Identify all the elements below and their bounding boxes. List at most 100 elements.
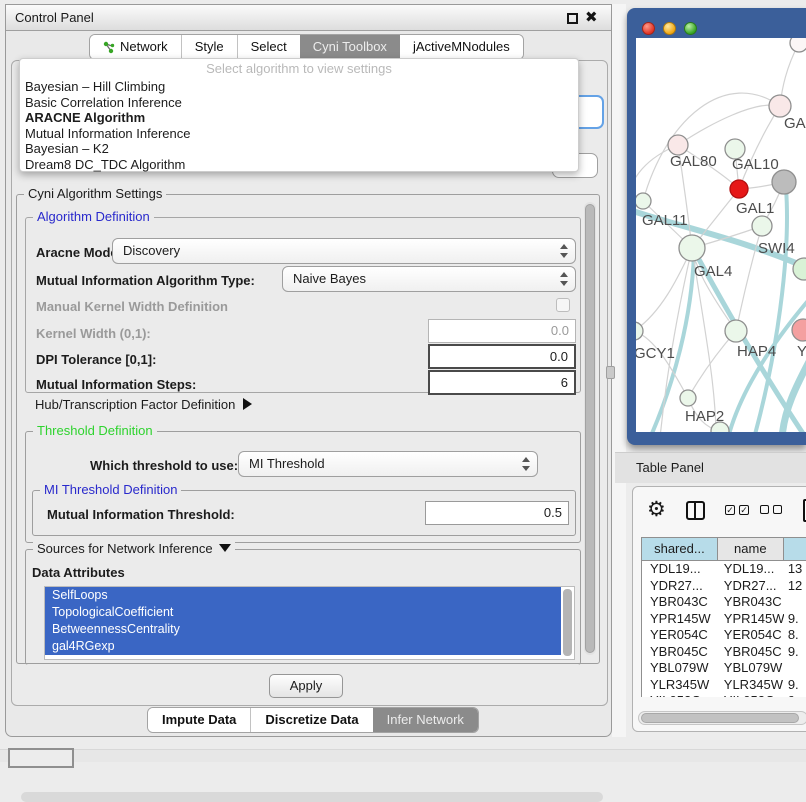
tab-discretize-data[interactable]: Discretize Data: [250, 708, 372, 732]
tab-impute-data[interactable]: Impute Data: [148, 708, 250, 732]
table-row[interactable]: YPR145WYPR145W9.: [642, 611, 806, 628]
cell[interactable]: YLR345W: [718, 677, 784, 694]
dropdown-item[interactable]: Mutual Information Inference: [20, 126, 578, 142]
cell[interactable]: [784, 660, 806, 677]
network-node-gal4[interactable]: [679, 235, 705, 261]
cell[interactable]: YBL079W: [642, 660, 718, 677]
cell[interactable]: YPR145W: [642, 611, 718, 628]
cell[interactable]: YIL052C: [718, 693, 784, 697]
settings-horizontal-scrollbar[interactable]: [21, 792, 603, 802]
network-canvas[interactable]: GAL GAL80 GAL10 GAL1 GAL11 SWI4 GAL4 GCY…: [636, 38, 806, 432]
list-item[interactable]: gal4RGexp: [45, 638, 561, 655]
cell[interactable]: YDR27...: [642, 578, 718, 595]
apply-button[interactable]: Apply: [269, 674, 343, 698]
dropdown-item[interactable]: Bayesian – K2: [20, 141, 578, 157]
network-node-y[interactable]: [792, 319, 806, 341]
table-row[interactable]: YBR045CYBR045C9.: [642, 644, 806, 661]
tab-network[interactable]: Network: [90, 35, 181, 59]
mi-algorithm-type-combo[interactable]: Naive Bayes: [282, 266, 576, 292]
table-horizontal-scrollbar[interactable]: [638, 711, 806, 725]
scrollbar-thumb[interactable]: [641, 713, 799, 723]
list-item[interactable]: SelfLoops: [45, 587, 561, 604]
table-row[interactable]: YBL079WYBL079W: [642, 660, 806, 677]
tab-select[interactable]: Select: [237, 35, 300, 59]
network-node-gal[interactable]: [769, 95, 791, 117]
settings-vertical-scrollbar[interactable]: [584, 202, 596, 655]
tab-cyni-toolbox[interactable]: Cyni Toolbox: [300, 35, 400, 59]
unchecked-checkbox-icon[interactable]: [773, 505, 782, 514]
cell[interactable]: YDR27...: [718, 578, 784, 595]
which-threshold-combo[interactable]: MI Threshold: [238, 451, 538, 477]
tab-infer-network[interactable]: Infer Network: [373, 708, 478, 732]
dropdown-item[interactable]: Basic Correlation Inference: [20, 95, 578, 111]
mi-steps-field[interactable]: 6: [428, 370, 576, 395]
panel-divider-grip[interactable]: [606, 366, 615, 379]
column-header-name[interactable]: name: [718, 538, 784, 561]
mi-threshold-field[interactable]: 0.5: [425, 501, 569, 525]
table-row[interactable]: YLR345WYLR345W9.: [642, 677, 806, 694]
list-scrollbar-thumb[interactable]: [563, 589, 572, 656]
cell[interactable]: [784, 594, 806, 611]
cell[interactable]: 8.: [784, 627, 806, 644]
cell[interactable]: YIL052C: [642, 693, 718, 697]
network-node-hap4[interactable]: [725, 320, 747, 342]
gear-icon[interactable]: ⚙: [647, 497, 666, 523]
table-row[interactable]: YIL052CYIL052C9: [642, 693, 806, 697]
dropdown-item[interactable]: Dream8 DC_TDC Algorithm: [20, 157, 578, 173]
cell[interactable]: YER054C: [718, 627, 784, 644]
checked-checkbox-icon[interactable]: ✓: [725, 505, 735, 515]
mac-minimize-icon[interactable]: [663, 22, 676, 35]
data-attributes-list[interactable]: SelfLoops TopologicalCoefficient Between…: [44, 586, 575, 660]
dropdown-item-selected[interactable]: ARACNE Algorithm: [20, 110, 578, 126]
mac-zoom-icon[interactable]: [684, 22, 697, 35]
cell[interactable]: YBL079W: [718, 660, 784, 677]
cell[interactable]: YDL19...: [642, 561, 718, 578]
column-header-shared-name[interactable]: shared...: [642, 538, 718, 561]
cell[interactable]: YBR045C: [642, 644, 718, 661]
network-node-hap2[interactable]: [680, 390, 696, 406]
unchecked-checkbox-icon[interactable]: [760, 505, 769, 514]
network-node-gal11[interactable]: [636, 193, 651, 209]
aracne-mode-combo[interactable]: Discovery: [112, 238, 576, 264]
kernel-width-field[interactable]: 0.0: [428, 319, 576, 343]
cell[interactable]: 9.: [784, 611, 806, 628]
column-header-partial[interactable]: [784, 538, 806, 561]
hub-tf-definition-toggle[interactable]: Hub/Transcription Factor Definition: [35, 397, 252, 415]
network-node[interactable]: [790, 38, 806, 52]
split-view-icon[interactable]: [686, 501, 705, 520]
list-item[interactable]: TopologicalCoefficient: [45, 604, 561, 621]
mac-close-icon[interactable]: [642, 22, 655, 35]
cell[interactable]: 13: [784, 561, 806, 578]
minimized-panel-box[interactable]: [8, 748, 74, 768]
sources-group-title[interactable]: Sources for Network Inference: [33, 541, 235, 556]
dropdown-item[interactable]: Bayesian – Hill Climbing: [20, 79, 578, 95]
table-row[interactable]: YDL19...YDL19...13: [642, 561, 806, 578]
cell[interactable]: YLR345W: [642, 677, 718, 694]
network-view-window[interactable]: GAL GAL80 GAL10 GAL1 GAL11 SWI4 GAL4 GCY…: [627, 8, 806, 445]
cell[interactable]: YBR043C: [718, 594, 784, 611]
scrollbar-thumb[interactable]: [585, 204, 595, 653]
network-node-gray[interactable]: [772, 170, 796, 194]
tab-jactivemnodules[interactable]: jActiveMNodules: [400, 35, 523, 59]
manual-kernel-checkbox[interactable]: [556, 298, 570, 312]
network-node-red[interactable]: [730, 180, 748, 198]
table-row[interactable]: YER054CYER054C8.: [642, 627, 806, 644]
cell[interactable]: YBR043C: [642, 594, 718, 611]
float-panel-icon[interactable]: [567, 13, 578, 24]
table-row[interactable]: YDR27...YDR27...12: [642, 578, 806, 595]
list-item[interactable]: BetweennessCentrality: [45, 621, 561, 638]
cell[interactable]: 9: [784, 693, 806, 697]
checked-checkbox-icon[interactable]: ✓: [739, 505, 749, 515]
tab-style[interactable]: Style: [181, 35, 237, 59]
close-icon[interactable]: ✖: [585, 9, 599, 27]
cell[interactable]: YBR045C: [718, 644, 784, 661]
dpi-tolerance-field[interactable]: 0.0: [428, 344, 576, 369]
cell[interactable]: 12: [784, 578, 806, 595]
cell[interactable]: YDL19...: [718, 561, 784, 578]
cell[interactable]: YPR145W: [718, 611, 784, 628]
network-node-gal1[interactable]: [752, 216, 772, 236]
table-row[interactable]: YBR043CYBR043C: [642, 594, 806, 611]
cell[interactable]: YER054C: [642, 627, 718, 644]
network-node-gal80[interactable]: [668, 135, 688, 155]
cell[interactable]: 9.: [784, 677, 806, 694]
